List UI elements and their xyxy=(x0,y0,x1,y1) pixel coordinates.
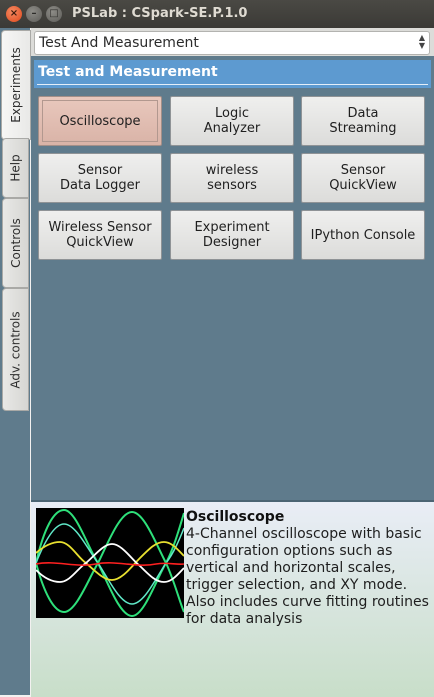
sensor-data-logger-button[interactable]: Sensor Data Logger xyxy=(38,153,162,203)
waveform-preview xyxy=(35,508,185,618)
close-icon: × xyxy=(9,8,19,19)
wireless-sensors-button-label: wireless sensors xyxy=(205,163,259,193)
ipython-console-button-label: IPython Console xyxy=(310,227,416,243)
experiment-designer-button[interactable]: Experiment Designer xyxy=(170,210,294,260)
sensor-quickview-button-label: Sensor QuickView xyxy=(329,163,397,193)
trace-yellow xyxy=(35,541,185,581)
select-arrows-icon: ▲ ▼ xyxy=(418,33,425,50)
sensor-data-logger-button-label: Sensor Data Logger xyxy=(60,163,140,193)
window-title: PSLab : CSpark-SE.P.1.0 xyxy=(72,6,248,21)
close-button[interactable]: × xyxy=(6,6,22,22)
main-area: Test And Measurement ▲ ▼ Test and Measure… xyxy=(31,28,434,697)
oscilloscope-button-label: Oscilloscope xyxy=(59,113,141,129)
description-panel: Oscilloscope 4-Channel oscilloscope with… xyxy=(31,500,434,697)
experiments-panel: Test and Measurement Oscilloscope Logic … xyxy=(31,57,434,527)
maximize-button[interactable]: □ xyxy=(46,6,62,22)
tab-adv-controls[interactable]: Adv. controls xyxy=(2,288,29,411)
data-streaming-button[interactable]: Data Streaming xyxy=(301,96,425,146)
minimize-icon: – xyxy=(31,8,37,19)
logic-analyzer-button-label: Logic Analyzer xyxy=(203,106,261,136)
wireless-sensor-quickview-button[interactable]: Wireless Sensor QuickView xyxy=(38,210,162,260)
category-select-value: Test And Measurement xyxy=(39,35,199,51)
tab-controls[interactable]: Controls xyxy=(2,198,29,288)
oscilloscope-preview-image xyxy=(35,508,185,618)
sensor-quickview-button[interactable]: Sensor QuickView xyxy=(301,153,425,203)
vertical-tab-strip: Experiments Help Controls Adv. controls xyxy=(0,28,31,695)
minimize-button[interactable]: – xyxy=(26,6,42,22)
tab-experiments-label: Experiments xyxy=(9,47,23,123)
description-title: Oscilloscope xyxy=(186,509,285,525)
select-strip: Test And Measurement ▲ ▼ xyxy=(31,28,434,56)
panel-header: Test and Measurement xyxy=(34,60,431,88)
tab-adv-controls-label: Adv. controls xyxy=(8,310,23,389)
description-text: 4-Channel oscilloscope with basic config… xyxy=(186,526,429,627)
trace-red xyxy=(35,562,185,566)
tab-experiments[interactable]: Experiments xyxy=(1,30,31,140)
category-select[interactable]: Test And Measurement ▲ ▼ xyxy=(34,31,430,55)
panel-header-divider xyxy=(37,84,428,85)
data-streaming-button-label: Data Streaming xyxy=(329,106,397,136)
trace-green-inverted xyxy=(35,510,185,614)
oscilloscope-button[interactable]: Oscilloscope xyxy=(38,96,162,146)
wireless-sensors-button[interactable]: wireless sensors xyxy=(170,153,294,203)
tab-help-label: Help xyxy=(8,154,23,182)
title-bar: × – □ PSLab : CSpark-SE.P.1.0 xyxy=(0,0,434,28)
wireless-sensor-quickview-button-label: Wireless Sensor QuickView xyxy=(48,220,152,250)
logic-analyzer-button[interactable]: Logic Analyzer xyxy=(170,96,294,146)
ipython-console-button[interactable]: IPython Console xyxy=(301,210,425,260)
maximize-icon: □ xyxy=(49,8,59,19)
tab-help[interactable]: Help xyxy=(2,138,29,198)
experiment-designer-button-label: Experiment Designer xyxy=(194,220,270,250)
panel-title: Test and Measurement xyxy=(38,64,218,80)
tab-controls-label: Controls xyxy=(8,218,23,268)
